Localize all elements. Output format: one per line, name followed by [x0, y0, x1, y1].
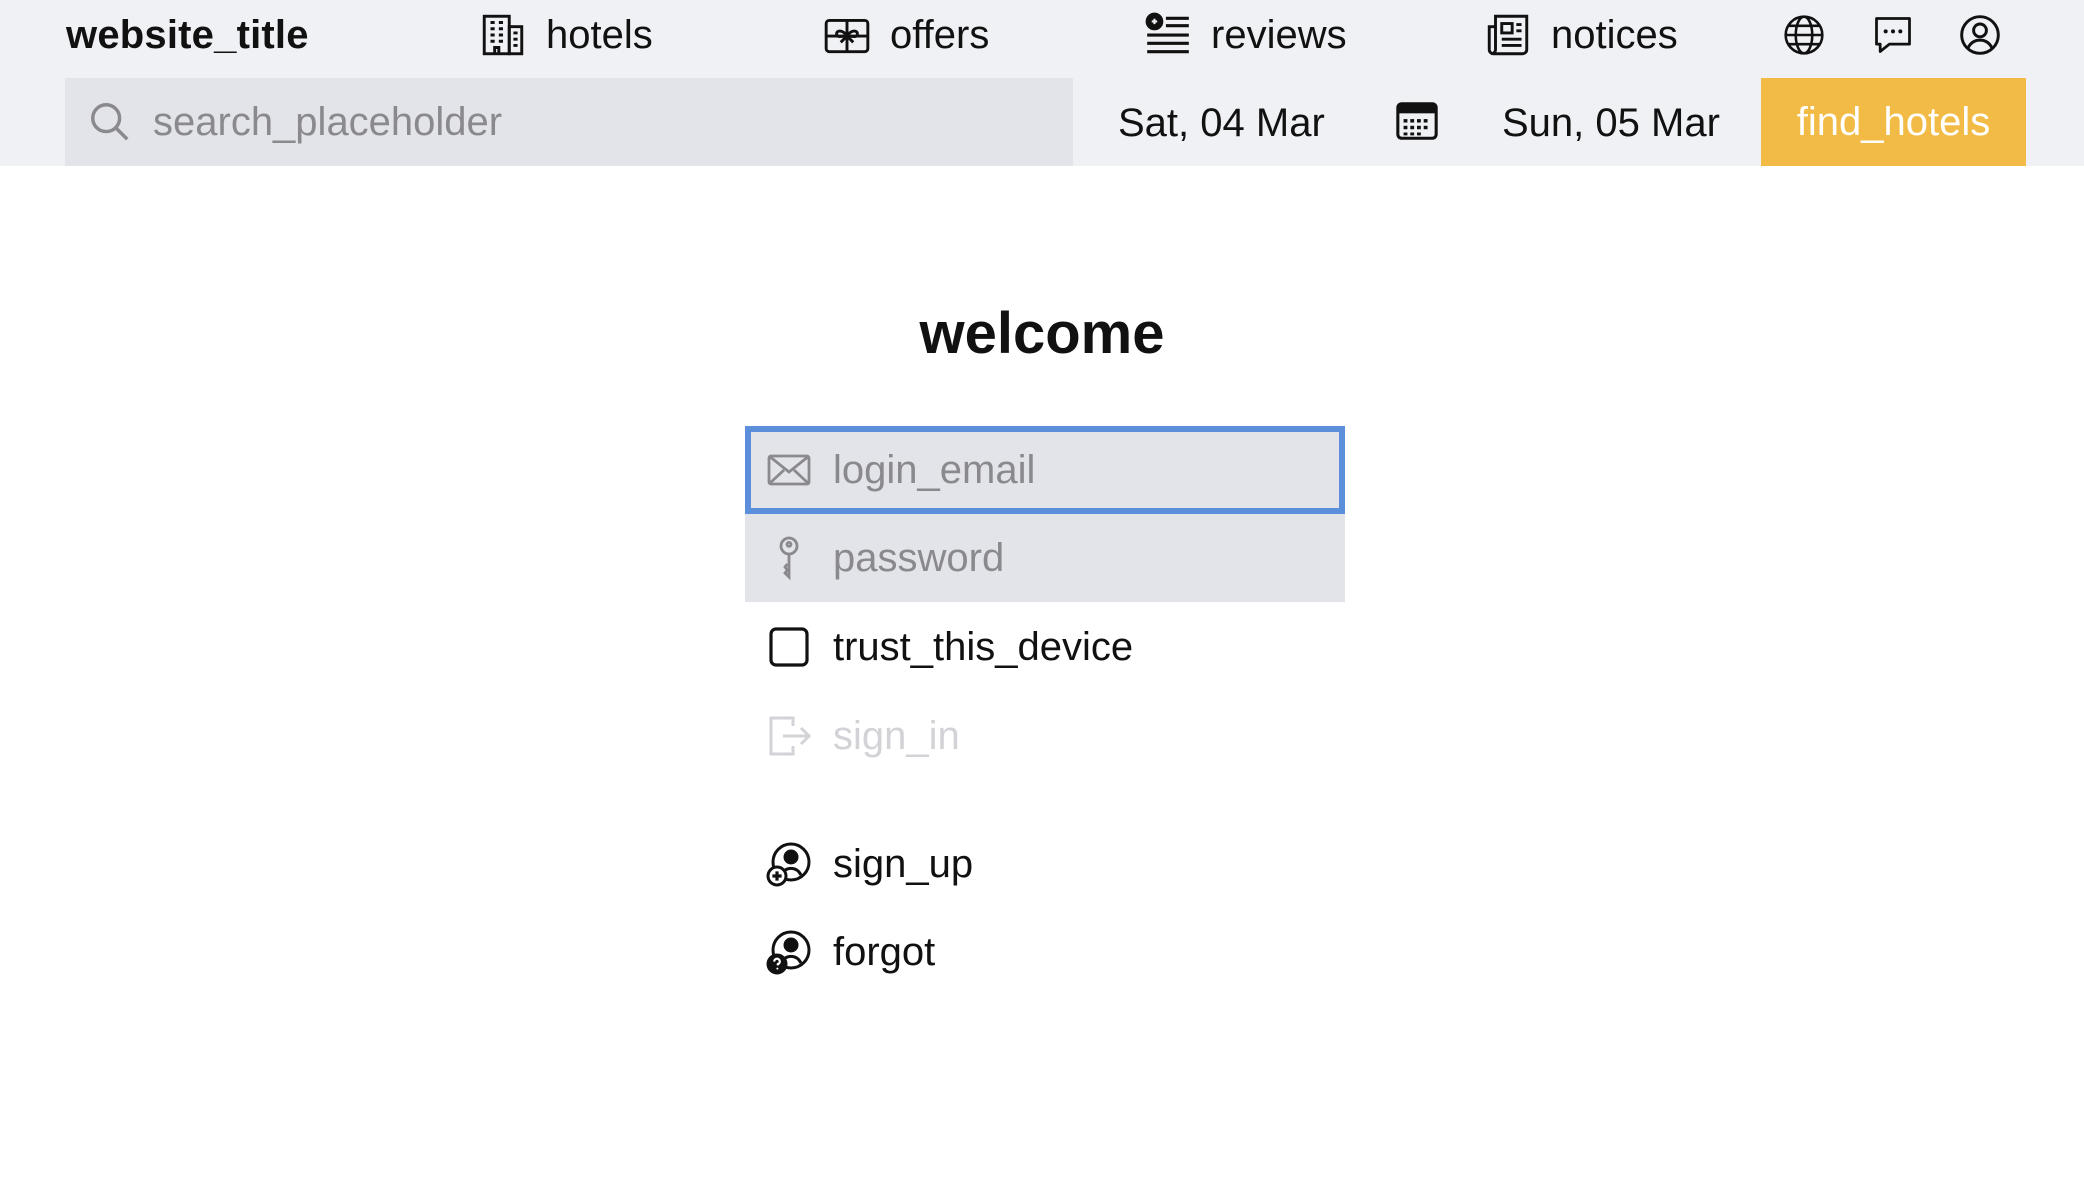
nav-reviews-label: reviews [1211, 12, 1347, 57]
language-button[interactable] [1778, 9, 1830, 61]
nav-reviews[interactable]: reviews [1143, 10, 1347, 60]
calendar-button[interactable] [1394, 98, 1440, 144]
trust-device-row[interactable]: trust_this_device [745, 617, 1133, 677]
account-icon [1960, 15, 2000, 55]
nav-notices[interactable]: notices [1483, 10, 1678, 60]
sign-up-label: sign_up [833, 841, 974, 886]
nav-hotels-label: hotels [546, 12, 653, 57]
globe-icon [1784, 15, 1824, 55]
sign-in-icon [769, 716, 812, 756]
add-user-icon [766, 842, 811, 887]
find-hotels-button[interactable]: find_hotels [1761, 78, 2026, 166]
forgot-label: forgot [833, 929, 936, 974]
checkout-date[interactable]: Sun, 05 Mar [1502, 98, 1720, 148]
nav-notices-label: notices [1551, 12, 1678, 57]
gift-icon [824, 18, 870, 54]
messages-button[interactable] [1867, 9, 1919, 61]
key-icon [779, 536, 799, 581]
calendar-icon [1396, 102, 1438, 140]
nav-hotels[interactable]: hotels [478, 10, 653, 60]
email-input[interactable] [833, 447, 1313, 493]
sign-up-link[interactable]: sign_up [745, 834, 973, 894]
sign-in-label: sign_in [833, 713, 960, 758]
checkin-date[interactable]: Sat, 04 Mar [1118, 98, 1325, 148]
help-user-icon [766, 930, 811, 975]
search-icon [91, 103, 129, 141]
nav-offers[interactable]: offers [822, 10, 989, 60]
site-title[interactable]: website_title [66, 12, 309, 58]
reviews-list-icon [1145, 12, 1189, 54]
forgot-link[interactable]: forgot [745, 922, 935, 982]
envelope-icon [767, 454, 811, 486]
search-input[interactable] [153, 99, 1033, 145]
password-field [745, 514, 1345, 602]
newspaper-icon [1487, 14, 1529, 56]
chat-icon [1875, 17, 1911, 53]
nav-offers-label: offers [890, 12, 990, 57]
welcome-heading: welcome [919, 301, 1165, 366]
account-button[interactable] [1954, 9, 2006, 61]
trust-device-label: trust_this_device [833, 624, 1134, 669]
top-header: website_title hotels offers reviews noti… [0, 0, 2084, 166]
checkbox-icon[interactable] [765, 623, 813, 671]
sign-in-button[interactable]: sign_in [745, 706, 960, 766]
email-field [745, 426, 1345, 514]
building-icon [482, 14, 524, 56]
search-bar [65, 78, 1073, 166]
password-input[interactable] [833, 535, 1313, 581]
